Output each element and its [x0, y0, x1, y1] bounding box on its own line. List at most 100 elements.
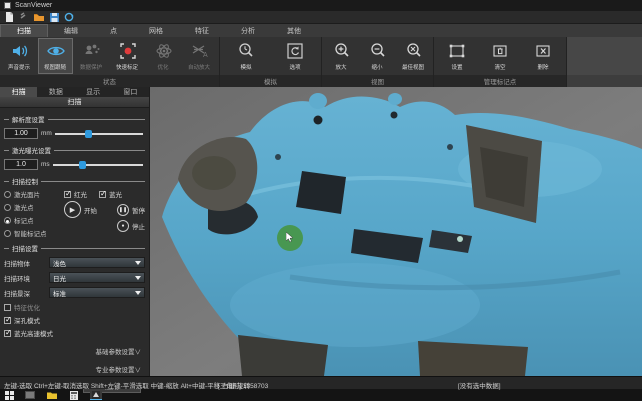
window-title: ScanViewer [15, 2, 52, 9]
group-label-markers: 管理标记点 [434, 75, 566, 87]
panel-tab-display[interactable]: 显示 [75, 87, 112, 97]
ribbon-tab-row: 扫描 编辑 点 网格 特征 分析 其他 [0, 24, 642, 37]
undo-icon[interactable] [19, 12, 29, 22]
options-button[interactable]: 选项 [271, 38, 319, 74]
group-label-view: 视图 [322, 75, 433, 87]
taskbar-scanviewer-button[interactable] [90, 391, 102, 400]
radio-laser-patch[interactable]: 激光面片 [4, 189, 62, 199]
chevron-down-icon [135, 261, 141, 265]
open-folder-icon[interactable] [34, 12, 44, 22]
start-scan-button[interactable]: ▶ 开始 [64, 201, 97, 218]
svg-text:A: A [203, 52, 208, 59]
tab-mesh[interactable]: 网格 [133, 24, 179, 37]
deep-hole-mode-checkbox[interactable]: 深孔模式 [4, 315, 145, 325]
triangle-count: [三角形] 1358703 [218, 380, 268, 390]
ribbon-group-status: 声音提示 视图跟随 数据保护 快速标定 优化 [0, 37, 220, 87]
resolution-slider[interactable] [55, 129, 145, 139]
scan-object-dropdown[interactable]: 浅色 [49, 257, 145, 268]
radio-laser-point[interactable]: 激光点 [4, 202, 62, 212]
best-view-icon [404, 41, 424, 61]
tab-point[interactable]: 点 [94, 24, 133, 37]
simulate-magnifier-icon [236, 41, 256, 61]
title-bar: ScanViewer [0, 0, 642, 11]
play-icon: ▶ [64, 201, 81, 218]
app-logo-icon [4, 2, 11, 9]
scan-environment-label: 扫描环境 [4, 273, 30, 283]
3d-viewport[interactable] [150, 87, 642, 376]
ribbon-group-simulate: 模拟 选项 模拟 [220, 37, 322, 87]
radio-marker-point[interactable]: 标记点 [4, 215, 62, 225]
start-button[interactable] [5, 391, 14, 400]
zoom-in-button[interactable]: 放大 [324, 38, 359, 74]
scan-settings-panel: 扫描 数据 显示 窗口 扫描 解析度设置 1.00 mm 激光曝光设置 [0, 87, 150, 376]
exposure-unit: ms [41, 161, 50, 168]
marker-set-button[interactable]: 设置 [436, 38, 478, 74]
exposure-slider[interactable] [53, 160, 145, 170]
tab-scan[interactable]: 扫描 [0, 24, 48, 37]
taskbar-explorer-icon[interactable] [24, 391, 36, 400]
sound-prompt-button[interactable]: 声音提示 [2, 38, 37, 74]
scan-control-section-title: 扫描控制 [4, 176, 145, 186]
sync-icon[interactable] [64, 12, 74, 22]
region-delete-icon [533, 41, 553, 61]
simulate-button[interactable]: 模拟 [222, 38, 270, 74]
tab-edit[interactable]: 编辑 [48, 24, 94, 37]
panel-tab-data[interactable]: 数据 [37, 87, 74, 97]
save-icon[interactable] [49, 12, 59, 22]
scan-environment-dropdown[interactable]: 日光 [49, 272, 145, 283]
best-view-button[interactable]: 最佳视图 [396, 38, 431, 74]
pause-scan-button[interactable]: ❚❚ 暂停 [117, 204, 145, 216]
pro-params-link[interactable]: 专业参数设置∨ [96, 364, 142, 374]
view-follow-button[interactable]: 视图跟随 [38, 38, 73, 74]
group-label-simulate: 模拟 [220, 75, 321, 87]
ribbon-group-markers: 设置 清空 删除 管理标记点 [434, 37, 567, 87]
taskbar-folder-icon[interactable] [46, 391, 58, 400]
tab-other[interactable]: 其他 [271, 24, 317, 37]
red-light-checkbox[interactable]: 红光 [64, 189, 87, 199]
selection-brush-cursor[interactable] [277, 225, 303, 251]
blue-light-checkbox[interactable]: 蓝光 [99, 189, 122, 199]
marker-clear-button[interactable]: 清空 [479, 38, 521, 74]
exposure-section-title: 激光曝光设置 [4, 145, 145, 155]
quick-access-toolbar [0, 11, 642, 24]
zoom-out-icon [368, 41, 388, 61]
feature-optimize-checkbox[interactable]: 特征优化 [4, 302, 145, 312]
new-file-icon[interactable] [4, 12, 14, 22]
users-icon [82, 41, 102, 61]
exposure-slider-handle[interactable] [79, 161, 86, 169]
blue-highspeed-mode-checkbox[interactable]: 蓝光高速模式 [4, 328, 145, 338]
exposure-input[interactable]: 1.0 [4, 159, 38, 170]
group-label-status: 状态 [0, 75, 219, 87]
stop-scan-button[interactable]: ● 停止 [117, 220, 145, 232]
marker-delete-button[interactable]: 删除 [522, 38, 564, 74]
speaker-icon [10, 41, 30, 61]
calibration-target-icon [118, 41, 138, 61]
scan-depth-dropdown[interactable]: 标准 [49, 287, 145, 298]
panel-tab-window[interactable]: 窗口 [112, 87, 149, 97]
data-protect-button[interactable]: 数据保护 [74, 38, 109, 74]
options-reset-icon [285, 41, 305, 61]
chevron-down-icon [135, 276, 141, 280]
quick-calibration-button[interactable]: 快速标定 [110, 38, 145, 74]
zoom-out-button[interactable]: 缩小 [360, 38, 395, 74]
optimize-button[interactable]: 优化 [146, 38, 181, 74]
taskbar-calculator-icon[interactable] [68, 391, 80, 400]
scanned-mesh-render [150, 87, 642, 376]
stop-icon: ● [117, 220, 129, 232]
resolution-slider-handle[interactable] [85, 130, 92, 138]
resolution-input[interactable]: 1.00 [4, 128, 38, 139]
auto-zoom-button[interactable]: A 自动放大 [182, 38, 217, 74]
tab-analysis[interactable]: 分析 [225, 24, 271, 37]
status-bar: 左键-选取 Ctrl+左键-取消选取 Shift+左键-平滑选取 中键-缩放 A… [0, 376, 642, 389]
panel-tab-scan[interactable]: 扫描 [0, 87, 37, 97]
resolution-unit: mm [41, 130, 52, 137]
region-set-icon [447, 41, 467, 61]
atom-icon [154, 41, 174, 61]
basic-params-link[interactable]: 基础参数设置∨ [96, 346, 142, 356]
ribbon-empty-area [567, 37, 642, 87]
mouse-pointer-icon [286, 232, 294, 243]
tab-feature[interactable]: 特征 [179, 24, 225, 37]
radio-smart-marker[interactable]: 智能标记点 [4, 228, 62, 238]
chevron-down-icon [135, 291, 141, 295]
scan-object-label: 扫描物体 [4, 258, 30, 268]
